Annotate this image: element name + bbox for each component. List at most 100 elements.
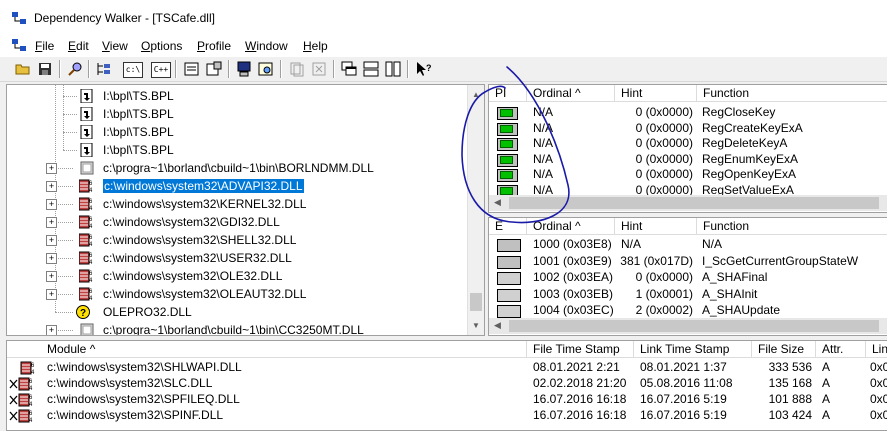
tile-horizontal-icon[interactable] xyxy=(362,60,380,78)
column-header-module[interactable]: Module ^ xyxy=(7,341,527,358)
tree-item[interactable]: +6 4 c:\windows\system32\GDI32.DLL xyxy=(7,213,467,231)
table-row[interactable]: 6 4 c:\windows\system32\SPFILEQ.DLL 16.07.2… xyxy=(7,392,887,408)
tile-vertical-icon[interactable] xyxy=(384,60,402,78)
menu-window[interactable]: Window xyxy=(245,39,288,53)
save-disk-icon[interactable] xyxy=(36,60,54,78)
tree-item-label[interactable]: c:\windows\system32\ADVAPI32.DLL xyxy=(103,179,304,193)
export-list-horizontal-scrollbar[interactable]: ◀ xyxy=(489,318,887,334)
tree-item-label[interactable]: I:\bpl\TS.BPL xyxy=(103,143,174,157)
tree-item[interactable]: +6 4 c:\windows\system32\SHELL32.DLL xyxy=(7,231,467,249)
expand-plus-icon[interactable]: + xyxy=(46,289,57,300)
tree-vertical-scrollbar[interactable]: ▲ ▼ xyxy=(467,85,484,335)
document-system-menu-icon[interactable] xyxy=(12,39,26,51)
export-list-scrollbar-thumb[interactable] xyxy=(509,320,879,332)
scroll-down-arrow-icon[interactable]: ▼ xyxy=(472,321,480,330)
column-header-ordinal[interactable]: Ordinal ^ xyxy=(527,218,615,235)
menu-options[interactable]: Options xyxy=(141,39,182,53)
full-paths-icon[interactable] xyxy=(95,60,113,78)
expand-plus-icon[interactable]: + xyxy=(46,163,57,174)
tree-item[interactable]: ? OLEPRO32.DLL xyxy=(7,303,467,321)
column-header-ordinal[interactable]: Ordinal ^ xyxy=(527,85,615,102)
column-header-function[interactable]: Function xyxy=(697,218,887,235)
tree-item-label[interactable]: c:\progra~1\borland\cbuild~1\bin\BORLNDM… xyxy=(103,161,374,175)
undecorate-cpp-button[interactable]: C++ xyxy=(151,62,171,78)
properties-icon[interactable] xyxy=(205,60,223,78)
tree-item[interactable]: I:\bpl\TS.BPL xyxy=(7,105,467,123)
table-row[interactable]: 1000 (0x03E8) N/A N/A xyxy=(489,237,887,253)
table-row[interactable]: 1001 (0x03E9) 381 (0x017D) I_ScGetCurrentG… xyxy=(489,254,887,270)
tree-item[interactable]: I:\bpl\TS.BPL xyxy=(7,123,467,141)
menu-view[interactable]: View xyxy=(102,39,128,53)
table-row[interactable]: N/A 0 (0x0000) RegEnumKeyExA xyxy=(489,152,887,168)
tree-item-label[interactable]: OLEPRO32.DLL xyxy=(103,305,192,319)
module-list-icon[interactable] xyxy=(183,60,201,78)
table-row[interactable]: 6 4 c:\windows\system32\SHLWAPI.DLL 08.01.2… xyxy=(7,360,887,376)
menu-edit[interactable]: Edit xyxy=(68,39,89,53)
column-header-file-size[interactable]: File Size xyxy=(752,341,816,358)
expand-plus-icon[interactable]: + xyxy=(46,181,57,192)
tree-item-label[interactable]: c:\windows\system32\OLE32.DLL xyxy=(103,269,282,283)
table-row[interactable]: 1003 (0x03EB) 1 (0x0001) A_SHAInit xyxy=(489,287,887,303)
select-all-icon-disabled[interactable] xyxy=(310,60,328,78)
module-dependency-tree[interactable]: I:\bpl\TS.BPL I:\bpl\TS.BPL I:\bpl\TS.BPL I… xyxy=(6,84,485,336)
tree-item[interactable]: +6 4 c:\windows\system32\OLE32.DLL xyxy=(7,267,467,285)
table-row[interactable]: 6 4 c:\windows\system32\SPINF.DLL 16.07.201… xyxy=(7,408,887,424)
tree-item[interactable]: +6 4 c:\windows\system32\ADVAPI32.DLL xyxy=(7,177,467,195)
copy-icon-disabled[interactable] xyxy=(288,60,306,78)
tree-item-label[interactable]: c:\windows\system32\USER32.DLL xyxy=(103,251,292,265)
column-header-hint[interactable]: Hint xyxy=(615,218,697,235)
tree-item[interactable]: I:\bpl\TS.BPL xyxy=(7,141,467,159)
view-full-paths-button[interactable]: c:\ xyxy=(123,62,143,78)
external-viewer-icon[interactable] xyxy=(257,60,275,78)
column-header-function[interactable]: Function xyxy=(697,85,887,102)
table-row[interactable]: N/A 0 (0x0000) RegCloseKey xyxy=(489,105,887,121)
tree-item[interactable]: I:\bpl\TS.BPL xyxy=(7,87,467,105)
column-header-e[interactable]: E xyxy=(489,218,527,235)
column-header-attr[interactable]: Attr. xyxy=(816,341,866,358)
tree-item-label[interactable]: c:\windows\system32\OLEAUT32.DLL xyxy=(103,287,306,301)
menu-file[interactable]: File xyxy=(35,39,54,53)
tree-item[interactable]: + c:\progra~1\borland\cbuild~1\bin\CC3250… xyxy=(7,321,467,335)
tree-item-label[interactable]: c:\windows\system32\GDI32.DLL xyxy=(103,215,280,229)
scroll-left-arrow-icon[interactable]: ◀ xyxy=(494,320,501,331)
column-header-hint[interactable]: Hint xyxy=(615,85,697,102)
tree-item-label[interactable]: c:\windows\system32\KERNEL32.DLL xyxy=(103,197,306,211)
column-header-link-time-stamp[interactable]: Link Time Stamp xyxy=(634,341,752,358)
menu-help[interactable]: Help xyxy=(303,39,328,53)
module-list[interactable]: Module ^ File Time Stamp Link Time Stamp… xyxy=(6,340,887,431)
export-function-list[interactable]: E Ordinal ^ Hint Function 1000 (0x03E8) N… xyxy=(488,217,887,336)
tree-item-label[interactable]: I:\bpl\TS.BPL xyxy=(103,107,174,121)
find-icon[interactable] xyxy=(66,60,84,78)
scroll-left-arrow-icon[interactable]: ◀ xyxy=(494,197,501,208)
scroll-up-arrow-icon[interactable]: ▲ xyxy=(472,90,480,99)
menu-profile[interactable]: Profile xyxy=(197,39,231,53)
expand-plus-icon[interactable]: + xyxy=(46,271,57,282)
tree-item-label[interactable]: I:\bpl\TS.BPL xyxy=(103,125,174,139)
tree-item[interactable]: + c:\progra~1\borland\cbuild~1\bin\BORLND… xyxy=(7,159,467,177)
context-help-icon[interactable]: ? xyxy=(414,60,432,78)
table-row[interactable]: 1002 (0x03EA) 0 (0x0000) A_SHAFinal xyxy=(489,270,887,286)
expand-plus-icon[interactable]: + xyxy=(46,235,57,246)
expand-plus-icon[interactable]: + xyxy=(46,325,57,335)
table-row[interactable]: N/A 0 (0x0000) RegOpenKeyExA xyxy=(489,167,887,183)
table-row[interactable]: N/A 0 (0x0000) RegCreateKeyExA xyxy=(489,121,887,137)
expand-plus-icon[interactable]: + xyxy=(46,253,57,264)
parent-import-function-list[interactable]: PI Ordinal ^ Hint Function N/A 0 (0x0000)… xyxy=(488,84,887,213)
cascade-windows-icon[interactable] xyxy=(340,60,358,78)
table-row[interactable]: N/A 0 (0x0000) RegDeleteKeyA xyxy=(489,136,887,152)
table-row[interactable]: 1004 (0x03EC) 2 (0x0002) A_SHAUpdate xyxy=(489,303,887,319)
table-row[interactable]: 6 4 c:\windows\system32\SLC.DLL 02.02.2018 … xyxy=(7,376,887,392)
system-information-icon[interactable] xyxy=(235,60,253,78)
import-list-horizontal-scrollbar[interactable]: ◀ xyxy=(489,195,887,211)
tree-item[interactable]: +6 4 c:\windows\system32\KERNEL32.DLL xyxy=(7,195,467,213)
expand-plus-icon[interactable]: + xyxy=(46,217,57,228)
expand-plus-icon[interactable]: + xyxy=(46,199,57,210)
tree-item[interactable]: +6 4 c:\windows\system32\USER32.DLL xyxy=(7,249,467,267)
tree-item[interactable]: +6 4 c:\windows\system32\OLEAUT32.DLL xyxy=(7,285,467,303)
tree-scrollbar-thumb[interactable] xyxy=(470,293,482,311)
column-header-file-time-stamp[interactable]: File Time Stamp xyxy=(527,341,634,358)
open-folder-icon[interactable] xyxy=(14,60,32,78)
tree-item-label[interactable]: c:\progra~1\borland\cbuild~1\bin\CC3250M… xyxy=(103,323,364,335)
import-list-scrollbar-thumb[interactable] xyxy=(509,197,879,209)
tree-item-label[interactable]: c:\windows\system32\SHELL32.DLL xyxy=(103,233,296,247)
